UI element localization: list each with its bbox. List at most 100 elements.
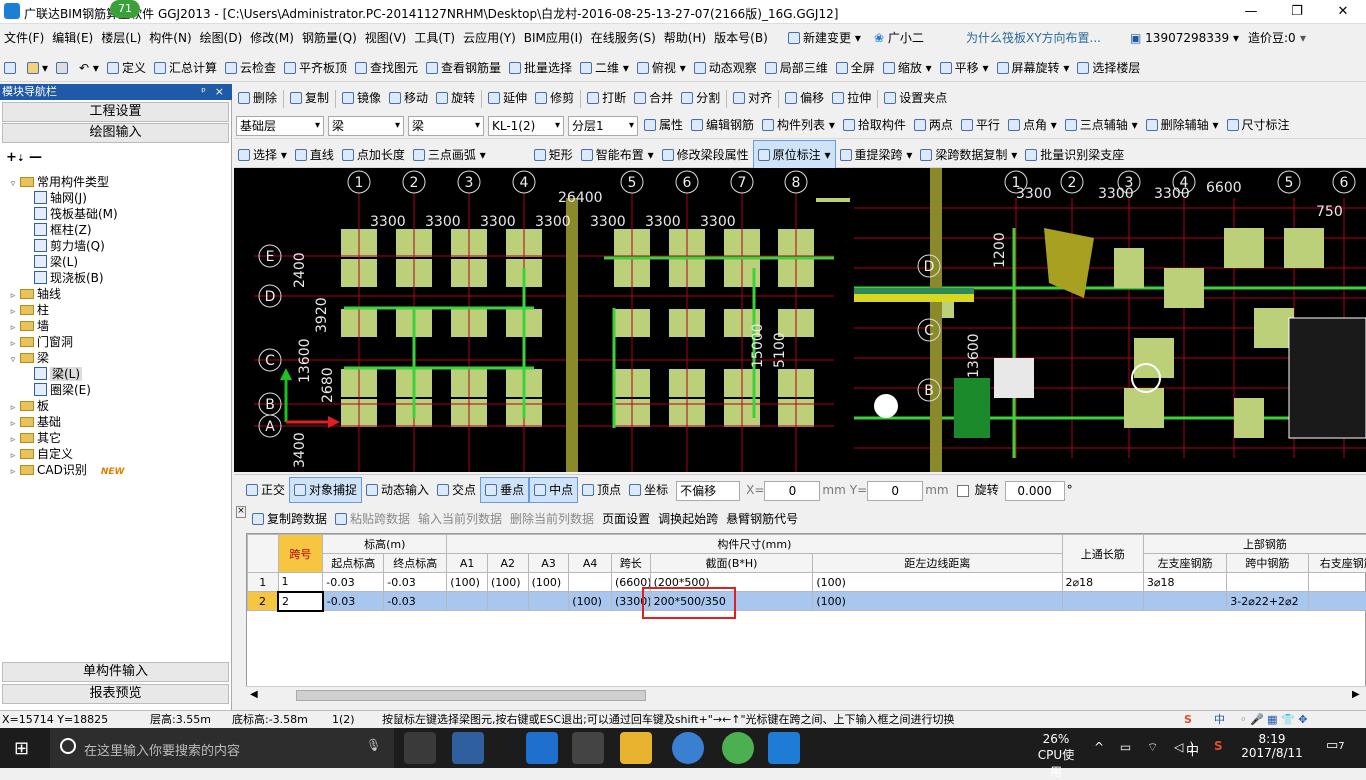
menu-item-7[interactable]: 视图(V) [361, 26, 411, 50]
tree-node-2[interactable]: 筏板基础(M) [4, 206, 228, 222]
tb2-button-6[interactable]: 修剪 [531, 84, 578, 112]
snap-button-6[interactable]: 顶点 [578, 478, 625, 502]
column-pad[interactable] [1254, 308, 1294, 348]
microphone-icon[interactable]: 🎙 [366, 738, 381, 752]
grid-tool-1[interactable]: 粘贴跨数据 [331, 506, 414, 532]
close-button[interactable]: ✕ [1320, 0, 1366, 24]
menu-item-8[interactable]: 工具(T) [410, 26, 459, 50]
menu-item-13[interactable]: 版本号(B) [710, 26, 772, 50]
tb3-button-9[interactable]: 尺寸标注 [1223, 111, 1294, 139]
tb3-button-0[interactable]: 属性 [640, 111, 687, 139]
tree-node-17[interactable]: ▹自定义 [4, 446, 228, 462]
tb1-button-12[interactable]: 缩放 ▾ [879, 54, 936, 82]
tb1-button-9[interactable]: 动态观察 [690, 54, 761, 82]
rotate-checkbox[interactable] [957, 485, 969, 497]
account-button[interactable]: ▣ 13907298339 ▾ [1130, 26, 1239, 50]
pin-icon[interactable]: ᵖ [201, 84, 206, 100]
snap-button-1[interactable]: 对象捕捉 [289, 477, 362, 503]
tab-project-settings[interactable]: 工程设置 [2, 102, 229, 122]
tree-node-8[interactable]: ▹柱 [4, 302, 228, 318]
cell-span[interactable]: 1 [278, 573, 323, 592]
assistant-button[interactable]: ❀ 广小二 [874, 26, 924, 50]
grid-tool-0[interactable]: 复制跨数据 [248, 506, 331, 532]
x-input[interactable]: 0 [764, 481, 820, 501]
price-bean-menu[interactable]: ▾ [1300, 26, 1306, 50]
tb1-button-13[interactable]: 平移 ▾ [936, 54, 993, 82]
scroll-right-icon[interactable]: ▶ [1352, 689, 1360, 700]
cell-dist[interactable]: (100) [813, 592, 1062, 611]
grid-tool-2[interactable]: 输入当前列数据 [414, 506, 506, 532]
snap-button-0[interactable]: 正交 [242, 478, 289, 502]
tb4-button-0[interactable]: 选择 ▾ [234, 141, 291, 169]
menu-item-4[interactable]: 绘图(D) [196, 26, 247, 50]
column-pad[interactable] [1134, 338, 1174, 378]
tb2-button-3[interactable]: 移动 [385, 84, 432, 112]
edge-icon[interactable] [526, 732, 558, 764]
glodon-app-icon[interactable] [768, 732, 800, 764]
tray-ime[interactable]: 中 [1186, 740, 1199, 759]
menu-item-0[interactable]: 文件(F) [0, 26, 48, 50]
tb1-button-2[interactable]: 云检查 [221, 54, 280, 82]
snap-button-5[interactable]: 中点 [529, 477, 578, 503]
file-explorer-icon[interactable] [620, 732, 652, 764]
tree-node-9[interactable]: ▹墙 [4, 318, 228, 334]
menu-item-10[interactable]: BIM应用(I) [520, 26, 587, 50]
offset-combo[interactable]: 不偏移 [676, 481, 740, 501]
close-panel-icon[interactable]: × [215, 84, 224, 100]
cell-a4[interactable]: (100) [569, 592, 612, 611]
tb2-button-7[interactable]: 打断 [583, 84, 630, 112]
app-icon-1[interactable] [452, 732, 484, 764]
tb2-button-0[interactable]: 删除 [234, 84, 281, 112]
tray-sogou-icon[interactable]: S [1214, 739, 1223, 753]
question-link[interactable]: 为什么筏板XY方向布置... [966, 26, 1101, 50]
ime-lang[interactable]: 中 [1214, 711, 1225, 728]
tb4-button-8[interactable]: 重提梁跨 ▾ [836, 141, 917, 169]
table-row[interactable]: 22-0.03-0.03(100)(3300)200*500/350(100)3… [248, 592, 1366, 611]
menu-item-11[interactable]: 在线服务(S) [587, 26, 660, 50]
grid-tool-4[interactable]: 页面设置 [598, 506, 654, 532]
tb1-button-14[interactable]: 屏幕旋转 ▾ [993, 54, 1074, 82]
tb4-button-6[interactable]: 修改梁段属性 [658, 141, 753, 169]
tb1-button-5[interactable]: 查看钢筋量 [422, 54, 505, 82]
tree-node-15[interactable]: ▹基础 [4, 414, 228, 430]
cell-through[interactable]: 2⌀18 [1062, 573, 1143, 592]
tb3-button-2[interactable]: 构件列表 ▾ [758, 111, 839, 139]
tree-node-11[interactable]: ▿梁 [4, 350, 228, 366]
taskbar-search-box[interactable]: 在这里输入你要搜索的内容 🎙 [50, 728, 394, 768]
y-input[interactable]: 0 [867, 481, 923, 501]
tree-node-1[interactable]: 轴网(J) [4, 190, 228, 206]
grid-tool-5[interactable]: 调换起始跨 [654, 506, 722, 532]
snap-button-2[interactable]: 动态输入 [362, 478, 433, 502]
open-file-icon[interactable]: ▾ [23, 54, 52, 82]
grid-close-icon[interactable]: × [236, 506, 246, 518]
tb3-button-6[interactable]: 点角 ▾ [1004, 111, 1061, 139]
notification-icon[interactable]: ▭7 [1326, 738, 1345, 753]
tb1-button-1[interactable]: 汇总计算 [150, 54, 221, 82]
tree-node-4[interactable]: 剪力墙(Q) [4, 238, 228, 254]
column-pad[interactable] [1124, 388, 1164, 428]
new-change-button[interactable]: 新建变更 ▾ [788, 26, 861, 50]
cell-right[interactable] [1308, 573, 1366, 592]
layer-combo-1[interactable]: 梁 [328, 116, 404, 136]
menu-item-12[interactable]: 帮助(H) [660, 26, 710, 50]
tree-node-3[interactable]: 框柱(Z) [4, 222, 228, 238]
tb4-button-10[interactable]: 批量识别梁支座 [1021, 141, 1128, 169]
snap-button-4[interactable]: 垂点 [480, 477, 529, 503]
snap-button-7[interactable]: 坐标 [625, 478, 672, 502]
single-component-input-button[interactable]: 单构件输入 [2, 662, 229, 682]
tree-node-18[interactable]: ▹CAD识别NEW [4, 462, 228, 478]
save-icon[interactable] [52, 54, 75, 82]
expand-all-icon[interactable]: +⇣ — [6, 150, 42, 165]
grid-tool-6[interactable]: 悬臂钢筋代号 [722, 506, 802, 532]
tree-node-6[interactable]: 现浇板(B) [4, 270, 228, 286]
cell-through[interactable] [1062, 592, 1143, 611]
cell-a1[interactable] [447, 592, 488, 611]
cell-mid[interactable]: 3-2⌀22+2⌀2 [1227, 592, 1308, 611]
update-badge[interactable]: 71 [110, 0, 140, 18]
tb2-button-1[interactable]: 复制 [286, 84, 333, 112]
tb4-button-2[interactable]: 点加长度 [338, 141, 409, 169]
tb2-button-8[interactable]: 合并 [630, 84, 677, 112]
tb1-button-8[interactable]: 俯视 ▾ [633, 54, 690, 82]
tb2-button-10[interactable]: 对齐 [729, 84, 776, 112]
layer-combo-3[interactable]: KL-1(2) [488, 116, 564, 136]
